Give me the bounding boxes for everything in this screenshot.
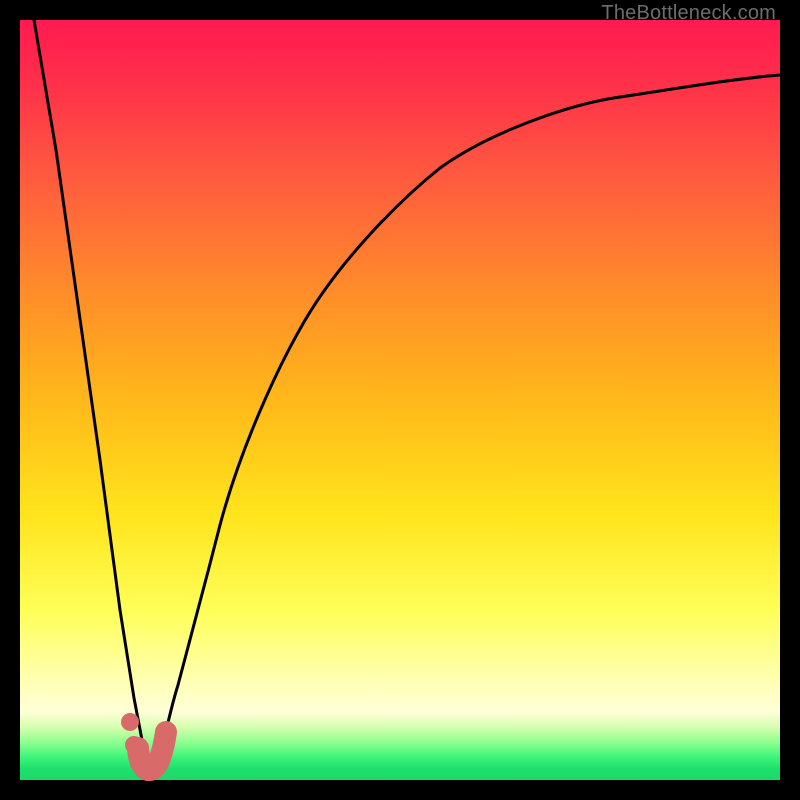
dot-upper xyxy=(121,713,139,731)
attribution-text: TheBottleneck.com xyxy=(601,2,776,25)
right-rising-curve xyxy=(158,75,780,765)
dot-lower xyxy=(125,736,143,754)
chart-frame: TheBottleneck.com xyxy=(0,0,800,800)
curves-svg xyxy=(20,20,780,780)
left-falling-curve xyxy=(34,20,148,765)
